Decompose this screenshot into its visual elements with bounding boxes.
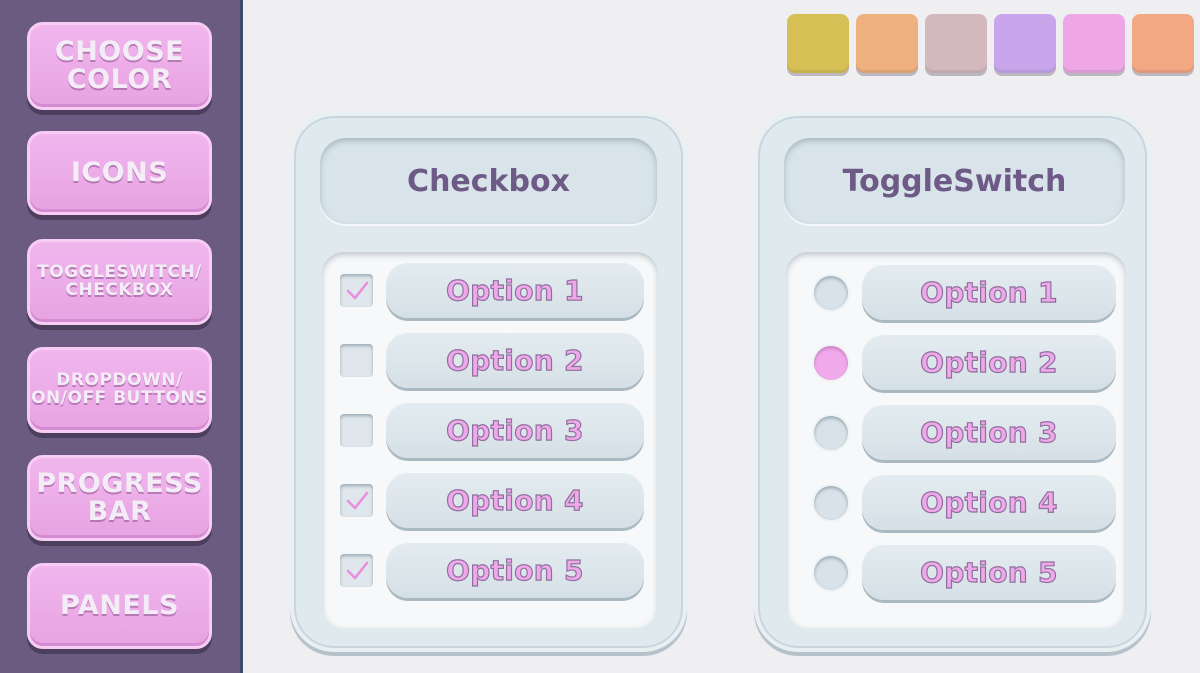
option-4-button[interactable]: Option 4	[862, 474, 1116, 530]
checkbox-row: Option 5	[322, 542, 658, 598]
checkbox-row: Option 4	[322, 472, 658, 528]
checkmark-icon	[346, 561, 368, 579]
progress-bar-button[interactable]: PROGRESS BAR	[27, 455, 212, 541]
option-2-button[interactable]: Option 2	[386, 332, 644, 388]
toggleswitch-checkbox-button[interactable]: TOGGLESWITCH/ CHECKBOX	[27, 239, 212, 325]
checkbox-panel: Checkbox Option 1 Option 2 Option 3 Opti…	[290, 112, 687, 652]
toggle-row: Option 5	[786, 544, 1126, 600]
color-swatch-lavender[interactable]	[994, 14, 1056, 73]
radio-button[interactable]	[814, 556, 848, 590]
radio-button[interactable]	[814, 486, 848, 520]
radio-button[interactable]	[814, 416, 848, 450]
toggle-row: Option 1	[786, 264, 1126, 320]
option-1-button[interactable]: Option 1	[862, 264, 1116, 320]
toggleswitch-list: Option 1 Option 2 Option 3 Option 4 Opti…	[786, 252, 1126, 628]
toggle-row: Option 3	[786, 404, 1126, 460]
option-2-button[interactable]: Option 2	[862, 334, 1116, 390]
option-5-button[interactable]: Option 5	[862, 544, 1116, 600]
option-5-button[interactable]: Option 5	[386, 542, 644, 598]
option-3-button[interactable]: Option 3	[862, 404, 1116, 460]
checkmark-icon	[346, 491, 368, 509]
checkbox[interactable]	[340, 484, 373, 517]
checkbox[interactable]	[340, 344, 373, 377]
option-4-button[interactable]: Option 4	[386, 472, 644, 528]
color-swatch-pink[interactable]	[1063, 14, 1125, 73]
checkbox-list: Option 1 Option 2 Option 3 Option 4 Opti…	[322, 252, 658, 628]
toggleswitch-panel: ToggleSwitch Option 1 Option 2 Option 3 …	[754, 112, 1151, 652]
checkbox[interactable]	[340, 414, 373, 447]
color-swatch-mauve[interactable]	[925, 14, 987, 73]
checkbox-panel-title: Checkbox	[320, 138, 657, 224]
color-swatch-yellow[interactable]	[787, 14, 849, 73]
option-3-button[interactable]: Option 3	[386, 402, 644, 458]
radio-button[interactable]	[814, 276, 848, 310]
radio-button[interactable]	[814, 346, 848, 380]
dropdown-onoff-buttons-button[interactable]: DROPDOWN/ ON/OFF BUTTONS	[27, 347, 212, 433]
checkbox-row: Option 1	[322, 262, 658, 318]
color-swatch-orange[interactable]	[856, 14, 918, 73]
choose-color-button[interactable]: CHOOSE COLOR	[27, 22, 212, 110]
icons-button[interactable]: ICONS	[27, 131, 212, 215]
checkbox-row: Option 3	[322, 402, 658, 458]
checkbox[interactable]	[340, 554, 373, 587]
color-swatch-peach[interactable]	[1132, 14, 1194, 73]
checkbox[interactable]	[340, 274, 373, 307]
sidebar: CHOOSE COLOR ICONS TOGGLESWITCH/ CHECKBO…	[0, 0, 243, 673]
panels-button[interactable]: PANELS	[27, 563, 212, 649]
checkmark-icon	[346, 281, 368, 299]
toggleswitch-panel-title: ToggleSwitch	[784, 138, 1125, 224]
toggle-row: Option 2	[786, 334, 1126, 390]
checkbox-row: Option 2	[322, 332, 658, 388]
toggle-row: Option 4	[786, 474, 1126, 530]
option-1-button[interactable]: Option 1	[386, 262, 644, 318]
